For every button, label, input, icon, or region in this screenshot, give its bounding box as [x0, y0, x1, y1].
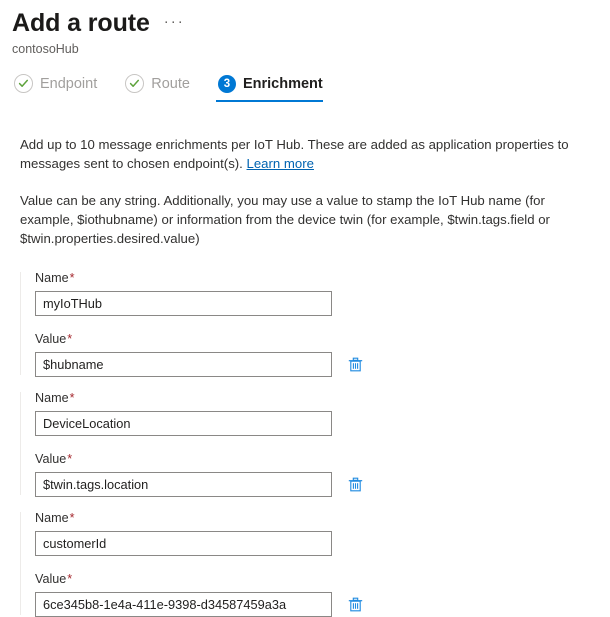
required-marker: * [69, 391, 75, 405]
title-row: Add a route ··· [12, 8, 610, 38]
name-field-group: Name* [35, 270, 596, 316]
enrichment-row: Name* Value* [20, 270, 596, 377]
enrichment-value-input[interactable] [35, 472, 332, 497]
enrichment-row: Name* Value* [20, 510, 596, 617]
check-circle-icon [14, 74, 33, 93]
value-input-row [35, 472, 596, 497]
required-marker: * [67, 332, 73, 346]
tab-enrichment-label: Enrichment [242, 76, 323, 92]
trash-icon[interactable] [346, 355, 364, 375]
value-input-row [35, 592, 596, 617]
required-marker: * [69, 511, 75, 525]
tab-endpoint-label: Endpoint [40, 75, 98, 92]
enrichment-description-2: Value can be any string. Additionally, y… [20, 193, 550, 246]
value-label: Value* [35, 331, 596, 348]
page-title: Add a route [12, 9, 150, 37]
tab-endpoint[interactable]: Endpoint [12, 71, 109, 102]
value-label-text: Value [35, 572, 67, 586]
enrichment-name-input[interactable] [35, 291, 332, 316]
required-marker: * [67, 572, 73, 586]
name-input-row [35, 531, 596, 556]
name-field-group: Name* [35, 510, 596, 556]
enrichment-name-input[interactable] [35, 531, 332, 556]
blade-header: Add a route ··· contosoHub [0, 0, 610, 57]
name-label: Name* [35, 390, 596, 407]
more-options-icon[interactable]: ··· [164, 14, 185, 29]
name-label-text: Name [35, 391, 69, 405]
name-field-group: Name* [35, 390, 596, 436]
trash-icon[interactable] [346, 595, 364, 615]
value-field-group: Value* [35, 331, 596, 377]
trash-icon[interactable] [346, 475, 364, 495]
value-field-group: Value* [35, 571, 596, 617]
check-circle-icon [125, 74, 145, 93]
tab-route-label: Route [151, 75, 190, 92]
name-input-row [35, 291, 596, 316]
enrichment-list: Name* Value* [20, 270, 596, 617]
learn-more-link[interactable]: Learn more [247, 156, 314, 171]
name-label: Name* [35, 270, 596, 287]
required-marker: * [69, 271, 75, 285]
enrichment-value-input[interactable] [35, 352, 332, 377]
enrichment-row: Name* Value* [20, 390, 596, 497]
tab-route[interactable]: Route [123, 71, 202, 102]
step-number-badge: 3 [217, 75, 236, 93]
blade-subtitle: contosoHub [12, 42, 79, 56]
required-marker: * [67, 452, 73, 466]
name-label-text: Name [35, 271, 69, 285]
value-input-row [35, 352, 596, 377]
name-label: Name* [35, 510, 596, 527]
value-label-text: Value [35, 452, 67, 466]
wizard-tabs: Endpoint Route 3 Enrichment [0, 71, 610, 102]
enrichment-value-input[interactable] [35, 592, 332, 617]
name-input-row [35, 411, 596, 436]
value-label: Value* [35, 571, 596, 588]
value-label-text: Value [35, 332, 67, 346]
tab-enrichment[interactable]: 3 Enrichment [215, 72, 335, 102]
add-route-blade: Add a route ··· contosoHub Endpoint Rout… [0, 0, 610, 617]
value-field-group: Value* [35, 451, 596, 497]
enrichment-description-1: Add up to 10 message enrichments per IoT… [20, 135, 582, 173]
value-label: Value* [35, 451, 596, 468]
blade-content: Add up to 10 message enrichments per IoT… [0, 135, 610, 617]
enrichment-name-input[interactable] [35, 411, 332, 436]
name-label-text: Name [35, 511, 69, 525]
